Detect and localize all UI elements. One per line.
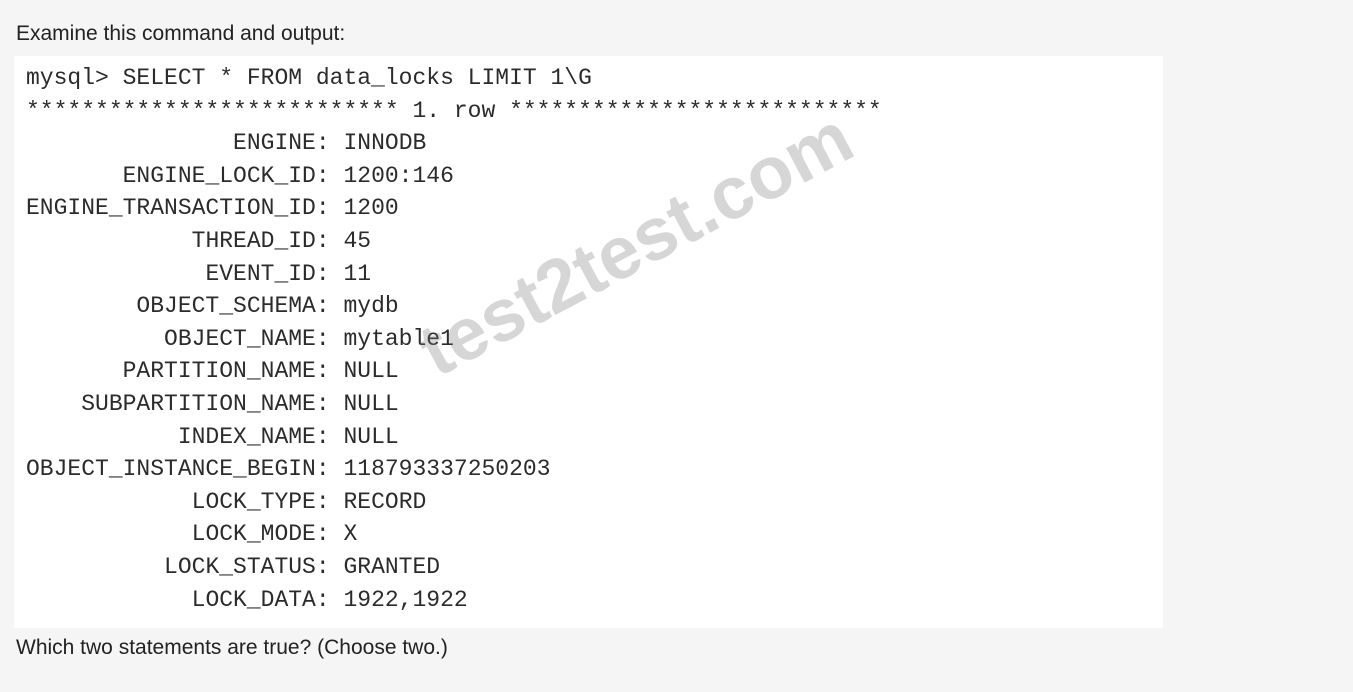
terminal-row: OBJECT_INSTANCE_BEGIN: 118793337250203: [26, 456, 551, 483]
field-name: EVENT_ID: [205, 260, 316, 287]
field-name: LOCK_STATUS: [164, 553, 316, 580]
question-prompt: Examine this command and output:: [16, 22, 346, 45]
terminal-row: ENGINE_LOCK_ID: 1200:146: [122, 162, 454, 189]
field-value: 45: [343, 227, 372, 254]
terminal-text: mysql> SELECT * FROM data_locks LIMIT 1\…: [26, 62, 882, 616]
field-name: OBJECT_INSTANCE_BEGIN: [26, 456, 316, 483]
field-name: PARTITION_NAME: [122, 358, 316, 385]
field-value: NULL: [343, 423, 399, 450]
field-value: NULL: [343, 358, 399, 385]
field-value: X: [343, 521, 358, 548]
field-value: 11: [343, 260, 372, 287]
terminal-row: PARTITION_NAME: NULL: [122, 358, 399, 385]
field-value: 1200: [343, 195, 399, 222]
field-name: OBJECT_SCHEMA: [136, 293, 316, 320]
field-name: ENGINE_LOCK_ID: [122, 162, 316, 189]
field-name: LOCK_MODE: [191, 521, 316, 548]
terminal-row: ENGINE_TRANSACTION_ID: 1200: [26, 195, 399, 222]
field-name: THREAD_ID: [191, 227, 316, 254]
field-value: INNODB: [343, 130, 427, 157]
terminal-row: LOCK_TYPE: RECORD: [191, 488, 427, 515]
field-name: LOCK_TYPE: [191, 488, 316, 515]
terminal-row: ENGINE: INNODB: [233, 130, 427, 157]
field-value: 1200:146: [343, 162, 454, 189]
field-name: ENGINE: [233, 130, 316, 157]
field-value: NULL: [343, 390, 399, 417]
terminal-row: OBJECT_NAME: mytable1: [164, 325, 454, 352]
field-value: GRANTED: [343, 553, 441, 580]
terminal-output: mysql> SELECT * FROM data_locks LIMIT 1\…: [14, 56, 1163, 628]
terminal-row: THREAD_ID: 45: [191, 227, 372, 254]
terminal-row: SUBPARTITION_NAME: NULL: [81, 390, 399, 417]
terminal-row: EVENT_ID: 11: [205, 260, 372, 287]
terminal-row: LOCK_STATUS: GRANTED: [164, 553, 441, 580]
field-value: mytable1: [343, 325, 454, 352]
terminal-row: INDEX_NAME: NULL: [177, 423, 399, 450]
terminal-row: LOCK_DATA: 1922,1922: [191, 586, 468, 613]
field-value: 1922,1922: [343, 586, 468, 613]
terminal-command-line: mysql> SELECT * FROM data_locks LIMIT 1\…: [26, 65, 592, 91]
field-name: INDEX_NAME: [177, 423, 316, 450]
terminal-row: LOCK_MODE: X: [191, 521, 358, 548]
field-name: LOCK_DATA: [191, 586, 316, 613]
field-name: SUBPARTITION_NAME: [81, 390, 316, 417]
field-value: RECORD: [343, 488, 427, 515]
terminal-row: OBJECT_SCHEMA: mydb: [136, 293, 399, 320]
question-text: Which two statements are true? (Choose t…: [16, 636, 448, 659]
field-value: 118793337250203: [343, 456, 551, 483]
terminal-row-separator: *************************** 1. row *****…: [26, 97, 882, 124]
field-name: OBJECT_NAME: [164, 325, 316, 352]
field-name: ENGINE_TRANSACTION_ID: [26, 195, 316, 222]
field-value: mydb: [343, 293, 399, 320]
